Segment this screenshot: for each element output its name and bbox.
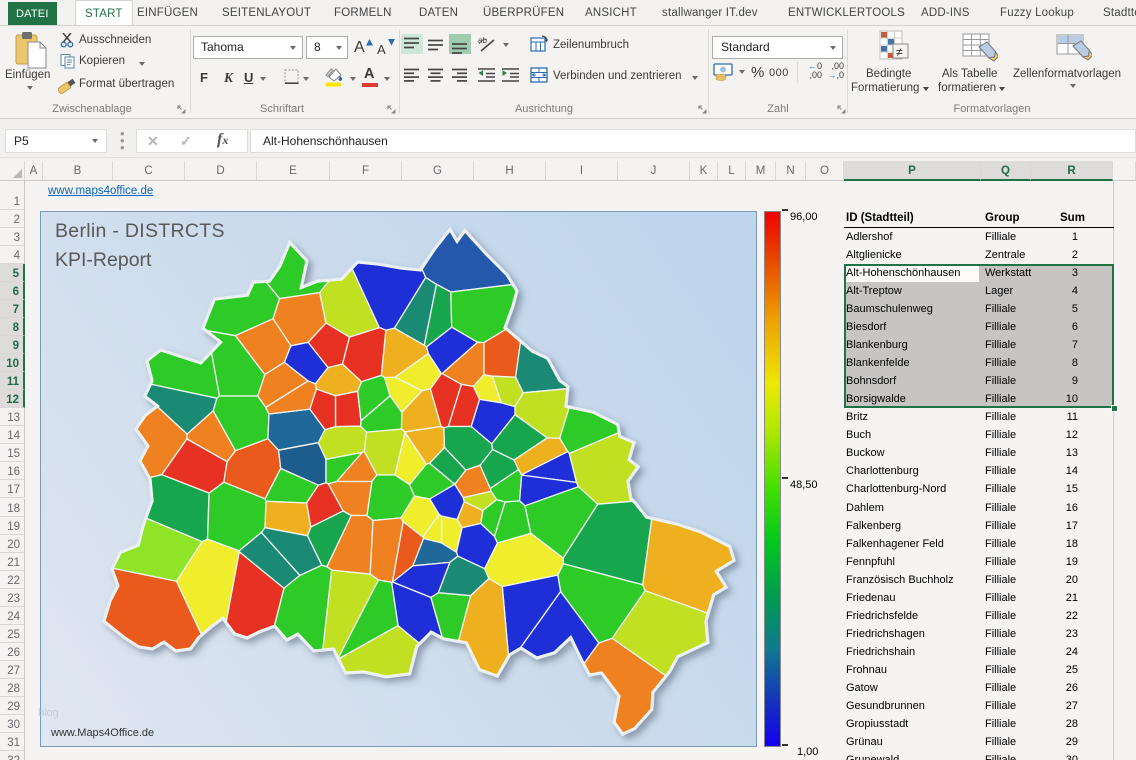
svg-text:ab: ab bbox=[478, 36, 487, 45]
svg-text:≠: ≠ bbox=[896, 45, 903, 59]
